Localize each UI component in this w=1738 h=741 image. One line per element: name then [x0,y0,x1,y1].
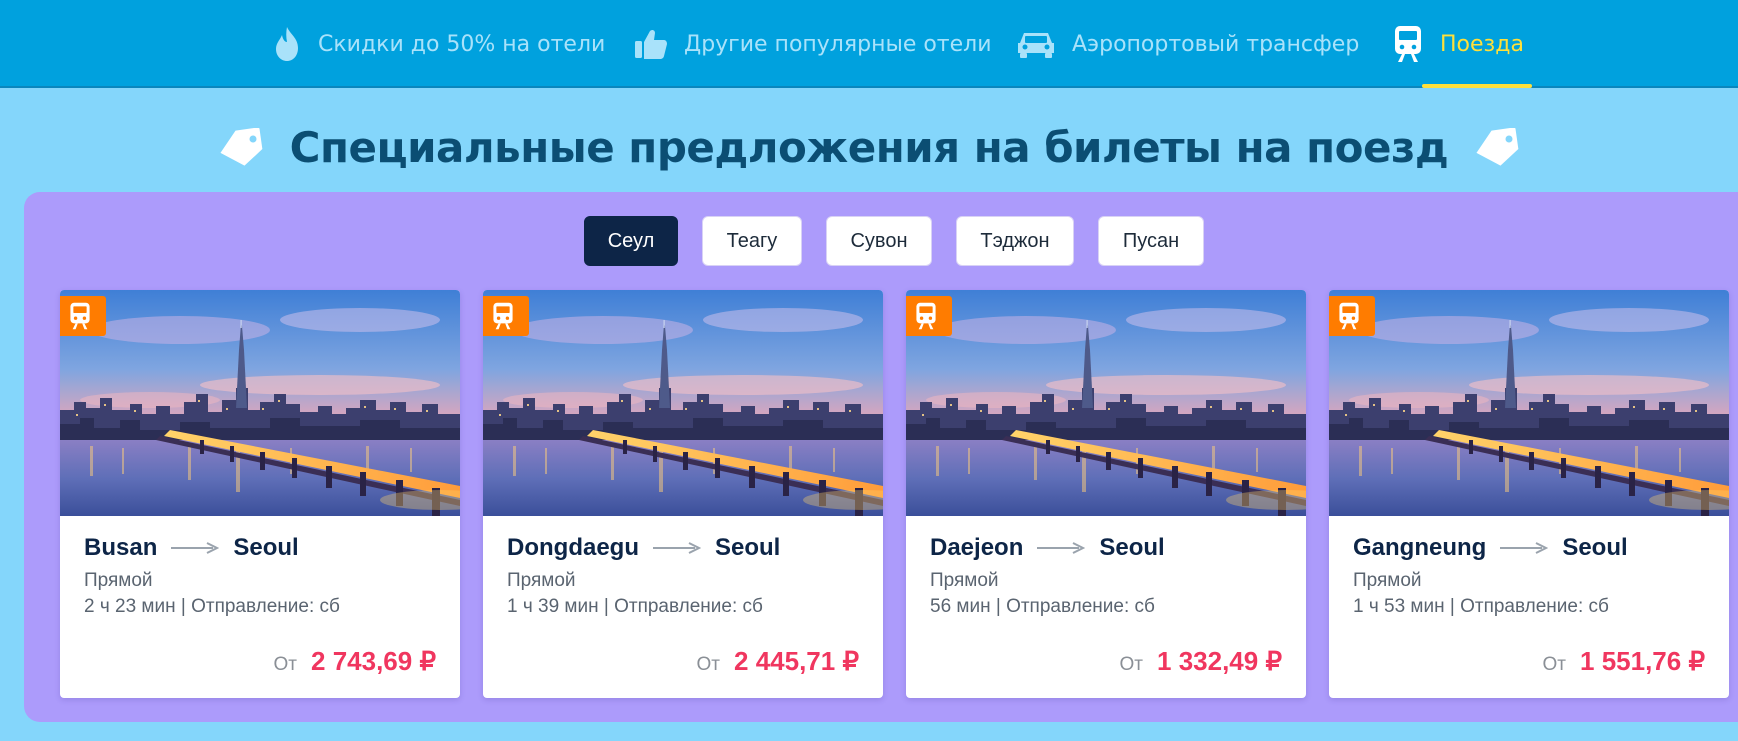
page-title: Специальные предложения на билеты на пое… [289,123,1449,172]
route-destination: Seoul [715,534,781,561]
nav-item-airport-transfer[interactable]: Аэропортовый трансфер [1016,0,1359,88]
tab-daegu[interactable]: Теагу [702,216,802,266]
route: Daejeon Seoul [930,534,1165,562]
price: От 1 332,49 ₽ [1120,646,1282,677]
route: Gangneung Seoul [1353,534,1628,562]
route: Dongdaegu Seoul [507,534,780,562]
city-tabs: Сеул Теагу Сувон Тэджон Пусан [0,216,1738,266]
price-prefix: От [1542,654,1567,675]
tab-suwon[interactable]: Сувон [826,216,932,266]
top-navigation: Скидки до 50% на отели Другие популярные… [0,0,1738,88]
seoul-skyline-photo [483,290,883,516]
price: От 2 743,69 ₽ [274,646,436,677]
price-value: 1 551,76 ₽ [1580,646,1705,676]
trip-details: 1 ч 39 мин | Отправление: сб [507,596,763,617]
price-prefix: От [273,654,298,675]
train-icon [1392,25,1424,63]
tab-seoul[interactable]: Сеул [584,216,678,266]
seoul-skyline-photo [906,290,1306,516]
train-badge-icon [1329,296,1375,336]
arrow-right-icon [171,542,220,554]
price: От 1 551,76 ₽ [1543,646,1705,677]
trip-type: Прямой [84,570,153,591]
route-origin: Dongdaegu [507,534,639,561]
price-value: 2 445,71 ₽ [734,646,859,676]
trip-type: Прямой [930,570,999,591]
section-heading: Специальные предложения на билеты на пое… [0,123,1738,172]
nav-item-label: Аэропортовый трансфер [1072,31,1360,57]
price-prefix: От [1119,654,1144,675]
flame-icon [272,25,302,63]
price-tag-icon [218,127,264,168]
tab-daejeon[interactable]: Тэджон [956,216,1074,266]
nav-item-hotel-discounts[interactable]: Скидки до 50% на отели [272,0,605,88]
route-destination: Seoul [1099,534,1165,561]
train-badge-icon [483,296,529,336]
car-icon [1016,29,1056,59]
offer-card[interactable]: Daejeon Seoul Прямой 56 мин | Отправлени… [906,290,1306,698]
nav-item-trains[interactable]: Поезда [1392,0,1532,88]
thumbs-up-icon [634,28,668,60]
nav-item-label: Поезда [1440,31,1524,57]
trip-details: 1 ч 53 мин | Отправление: сб [1353,596,1609,617]
route-origin: Busan [84,534,158,561]
active-nav-underline [1422,84,1532,88]
price-tag-icon [1474,127,1520,168]
nav-item-popular-hotels[interactable]: Другие популярные отели [634,0,992,88]
offer-card[interactable]: Gangneung Seoul Прямой 1 ч 53 мин | Отпр… [1329,290,1729,698]
offer-card[interactable]: Dongdaegu Seoul Прямой 1 ч 39 мин | Отпр… [483,290,883,698]
trip-type: Прямой [507,570,576,591]
offer-card[interactable]: Busan Seoul Прямой 2 ч 23 мин | Отправле… [60,290,460,698]
route-origin: Gangneung [1353,534,1487,561]
route: Busan Seoul [84,534,299,562]
route-destination: Seoul [1562,534,1628,561]
tab-busan[interactable]: Пусан [1098,216,1204,266]
trip-details: 56 мин | Отправление: сб [930,596,1155,617]
price-prefix: От [696,654,721,675]
price-value: 1 332,49 ₽ [1157,646,1282,676]
seoul-skyline-photo [1329,290,1729,516]
train-badge-icon [906,296,952,336]
price-value: 2 743,69 ₽ [311,646,436,676]
train-badge-icon [60,296,106,336]
arrow-right-icon [653,542,701,554]
trip-details: 2 ч 23 мин | Отправление: сб [84,596,340,617]
nav-item-label: Другие популярные отели [684,31,992,57]
arrow-right-icon [1500,542,1549,554]
route-destination: Seoul [233,534,299,561]
trip-type: Прямой [1353,570,1422,591]
arrow-right-icon [1037,542,1086,554]
nav-item-label: Скидки до 50% на отели [318,31,606,57]
seoul-skyline-photo [60,290,460,516]
price: От 2 445,71 ₽ [697,646,859,677]
route-origin: Daejeon [930,534,1024,561]
